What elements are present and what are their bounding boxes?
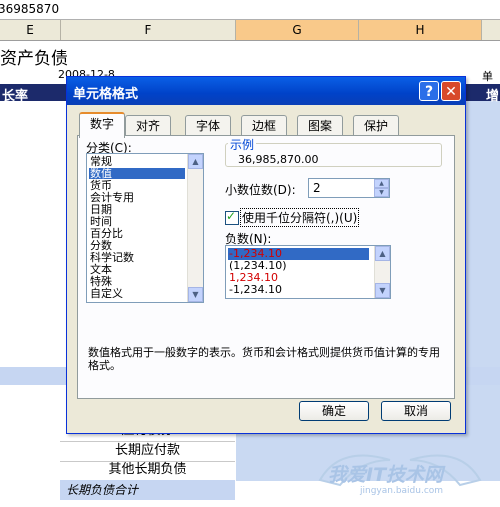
watermark-url: jingyan.baidu.com (360, 486, 444, 496)
header-right-text: 增 (486, 89, 500, 104)
sample-label: 示例 (228, 136, 257, 153)
tab-patterns[interactable]: 图案 (297, 115, 343, 136)
dialog-titlebar[interactable]: 单元格格式 ? ✕ (67, 77, 465, 105)
dialog-title: 单元格格式 (73, 87, 139, 102)
category-item-date[interactable]: 日期 (89, 204, 185, 215)
column-header-i[interactable] (482, 20, 500, 40)
thousands-separator-label[interactable]: 使用千位分隔符(,)(U) (240, 208, 360, 227)
decimal-places-label: 小数位数(D): (225, 183, 296, 197)
column-header-g[interactable]: G (236, 20, 359, 40)
category-item-special[interactable]: 特殊 (89, 276, 185, 287)
formula-bar[interactable]: 36985870 (0, 0, 500, 20)
scroll-down-icon[interactable]: ▼ (375, 283, 390, 298)
check-mark-icon: ✓ (226, 209, 237, 223)
watermark-text: 我爱IT技术网 (328, 464, 444, 486)
tab-border[interactable]: 边框 (241, 115, 287, 136)
sheet-unit: 单 (482, 70, 493, 83)
column-header-e[interactable]: E (0, 20, 61, 40)
ok-button[interactable]: 确定 (299, 401, 369, 421)
decimal-places-value: 2 (313, 181, 321, 195)
scroll-up-icon[interactable]: ▲ (375, 246, 390, 261)
sheet-row-other-long-liab[interactable]: 其他长期负债 (60, 460, 235, 481)
category-item-custom[interactable]: 自定义 (89, 288, 185, 299)
number-tab-panel: 分类(C): 常规 数值 货币 会计专用 日期 时间 百分比 分数 科学记数 文… (77, 135, 455, 399)
column-header-h[interactable]: H (359, 20, 482, 40)
tab-font[interactable]: 字体 (185, 115, 231, 136)
category-item-percentage[interactable]: 百分比 (89, 228, 185, 239)
category-item-accounting[interactable]: 会计专用 (89, 192, 185, 203)
format-cells-dialog: 单元格格式 ? ✕ 数字 对齐 字体 边框 图案 保护 分类(C): 常规 数值… (66, 76, 466, 434)
sheet-row-long-liab-total[interactable]: 长期负债合计 (60, 480, 235, 500)
category-item-number[interactable]: 数值 (89, 168, 185, 179)
close-button[interactable]: ✕ (441, 81, 461, 101)
column-header-f[interactable]: F (61, 20, 236, 40)
negative-scrollbar[interactable]: ▲ ▼ (374, 246, 390, 298)
category-scrollbar[interactable]: ▲ ▼ (187, 154, 203, 302)
category-item-time[interactable]: 时间 (89, 216, 185, 227)
thousands-separator-checkbox[interactable]: ✓ (225, 209, 239, 225)
category-item-text[interactable]: 文本 (89, 264, 185, 275)
category-item-currency[interactable]: 货币 (89, 180, 185, 191)
tab-alignment[interactable]: 对齐 (125, 115, 171, 136)
stepper-up-icon[interactable]: ▲ (374, 179, 389, 188)
column-header-row: E F G H (0, 20, 500, 41)
category-item-fraction[interactable]: 分数 (89, 240, 185, 251)
help-button[interactable]: ? (419, 81, 439, 101)
watermark: 我爱IT技术网 jingyan.baidu.com (300, 440, 500, 504)
tab-number[interactable]: 数字 (79, 112, 125, 138)
header-left-text: 长率 (2, 89, 29, 104)
category-listbox[interactable]: 常规 数值 货币 会计专用 日期 时间 百分比 分数 科学记数 文本 特殊 自定… (86, 153, 204, 303)
formula-value: 36985870 (0, 2, 60, 16)
sheet-row-long-payables[interactable]: 长期应付款 (60, 441, 235, 462)
cancel-button[interactable]: 取消 (381, 401, 451, 421)
sheet-title: 资产负债 (0, 49, 68, 69)
tab-protection[interactable]: 保护 (353, 115, 399, 136)
format-description: 数值格式用于一般数字的表示。货币和会计格式则提供货币值计算的专用格式。 (88, 346, 440, 372)
category-item-scientific[interactable]: 科学记数 (89, 252, 185, 263)
stepper-down-icon[interactable]: ▼ (374, 188, 389, 197)
negative-numbers-listbox[interactable]: -1,234.10 (1,234.10) 1,234.10 -1,234.10 … (225, 245, 391, 299)
negative-option[interactable]: -1,234.10 (228, 284, 369, 296)
sample-value: 36,985,870.00 (238, 153, 319, 166)
category-item-general[interactable]: 常规 (89, 156, 185, 167)
decimal-places-stepper[interactable]: 2 ▲ ▼ (308, 178, 390, 198)
scroll-down-icon[interactable]: ▼ (188, 287, 203, 302)
scroll-up-icon[interactable]: ▲ (188, 154, 203, 169)
